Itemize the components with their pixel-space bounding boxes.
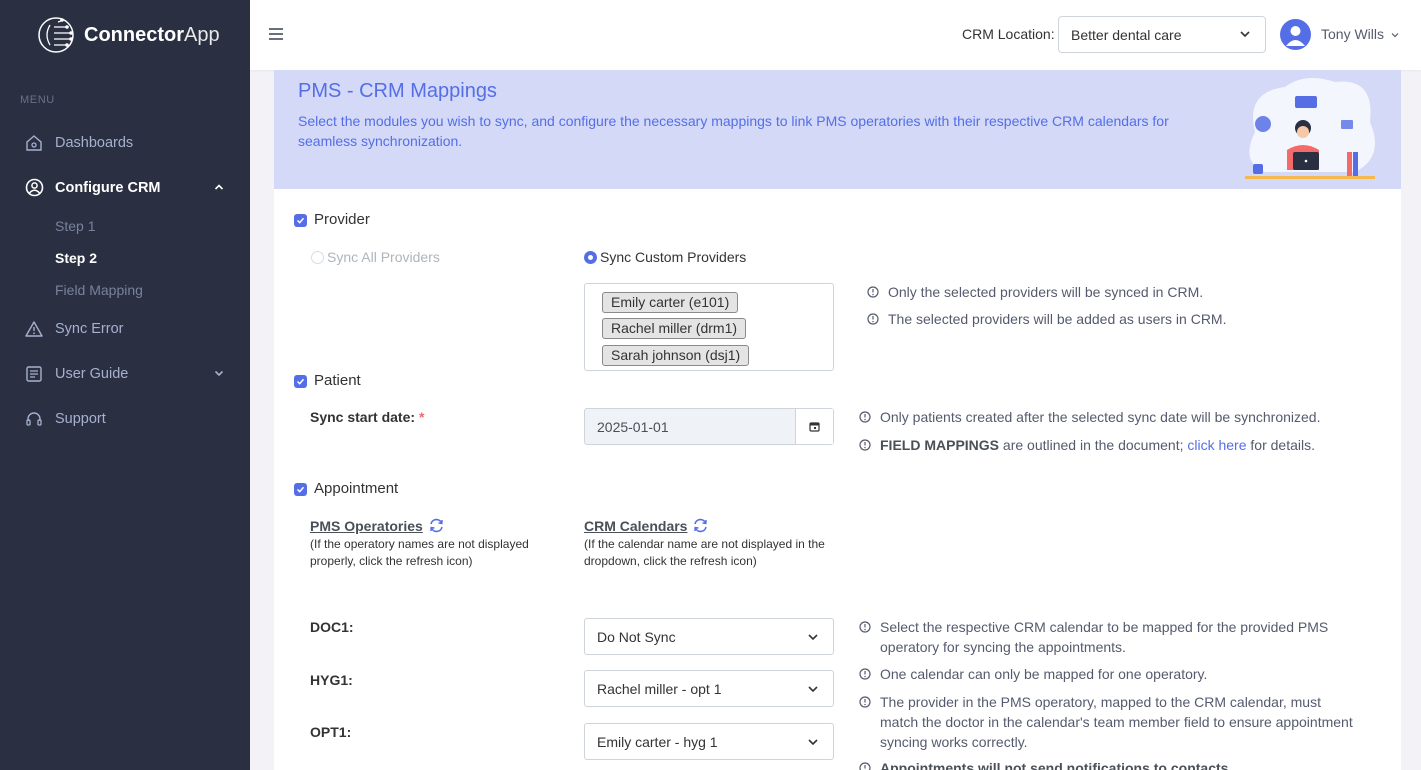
sync-start-date-input[interactable]: 2025-01-01 xyxy=(584,408,834,445)
provider-info-2: The selected providers will be added as … xyxy=(867,309,1227,329)
developer-illustration-icon xyxy=(1245,78,1375,179)
sidebar-item-label: Support xyxy=(55,410,106,427)
page-description: Select the modules you wish to sync, and… xyxy=(298,113,1169,149)
patient-section-label: Patient xyxy=(314,372,361,389)
connector-logo-icon xyxy=(38,17,74,53)
provider-tag[interactable]: Emily carter (e101) xyxy=(602,292,739,313)
main-content: PMS - CRM Mappings Select the modules yo… xyxy=(274,70,1401,770)
chevron-down-icon xyxy=(807,630,819,646)
calendar-select[interactable]: Emily carter - hyg 1 xyxy=(584,723,834,760)
appointment-checkbox[interactable] xyxy=(294,483,307,496)
chevron-down-icon xyxy=(807,735,819,751)
chevron-down-icon xyxy=(1239,27,1251,43)
sync-start-date-value: 2025-01-01 xyxy=(597,418,669,435)
patient-checkbox[interactable] xyxy=(294,375,307,388)
field-mappings-link[interactable]: click here xyxy=(1187,437,1246,453)
brand-name: ConnectorApp xyxy=(84,23,220,46)
provider-checkbox[interactable] xyxy=(294,214,307,227)
operatory-label: HYG1: xyxy=(310,672,353,688)
sidebar-item-label: Dashboards xyxy=(55,134,134,151)
sync-start-date-label: Sync start date: * xyxy=(310,409,425,425)
calendar-select-value: Emily carter - hyg 1 xyxy=(597,733,718,750)
provider-info-1: Only the selected providers will be sync… xyxy=(867,282,1203,302)
appointment-info-1: Select the respective CRM calendar to be… xyxy=(859,617,1359,657)
calendar-select-value: Do Not Sync xyxy=(597,628,676,645)
info-icon xyxy=(859,439,871,451)
chevron-down-icon xyxy=(807,682,819,698)
refresh-icon[interactable] xyxy=(428,517,445,534)
sync-all-providers-radio[interactable] xyxy=(311,251,324,264)
info-icon xyxy=(867,313,879,325)
appointment-info-2: One calendar can only be mapped for one … xyxy=(859,664,1359,684)
app-logo[interactable]: ConnectorApp xyxy=(0,0,250,70)
info-icon xyxy=(859,668,871,680)
crm-location-value: Better dental care xyxy=(1071,26,1182,43)
pms-operatories-heading: PMS Operatories xyxy=(310,517,445,534)
sidebar-item-label: Sync Error xyxy=(55,320,124,337)
user-circle-icon xyxy=(24,178,44,198)
menu-title: MENU xyxy=(20,94,55,106)
avatar[interactable] xyxy=(1280,19,1311,50)
appointment-section-label: Appointment xyxy=(314,480,399,497)
sidebar-item-support[interactable]: Support xyxy=(0,396,250,441)
sidebar-item-configure-crm[interactable]: Configure CRM xyxy=(0,165,250,210)
appointment-info-4: Appointments will not send notifications… xyxy=(859,758,1359,770)
sidebar-item-dashboards[interactable]: Dashboards xyxy=(0,120,250,165)
provider-tag[interactable]: Sarah johnson (dsj1) xyxy=(602,345,750,366)
sidebar-subitem-step-1[interactable]: Step 1 xyxy=(0,210,250,242)
sidebar-subitem-field-mapping[interactable]: Field Mapping xyxy=(0,274,250,306)
refresh-icon[interactable] xyxy=(692,517,709,534)
sync-custom-providers-label: Sync Custom Providers xyxy=(600,249,747,265)
sidebar-subitem-step-2[interactable]: Step 2 xyxy=(0,242,250,274)
info-icon xyxy=(859,762,871,770)
calendar-select[interactable]: Do Not Sync xyxy=(584,618,834,655)
provider-section-label: Provider xyxy=(314,211,370,228)
crm-calendars-note: (If the calendar name are not displayed … xyxy=(584,537,825,568)
provider-tag[interactable]: Rachel miller (drm1) xyxy=(602,318,747,339)
user-name: Tony Wills xyxy=(1321,26,1385,42)
operatory-label: DOC1: xyxy=(310,619,354,635)
hamburger-menu-icon[interactable] xyxy=(268,24,284,47)
appointment-info-3: The provider in the PMS operatory, mappe… xyxy=(859,692,1359,752)
crm-location-label: CRM Location: xyxy=(962,26,1055,42)
document-icon xyxy=(24,364,44,384)
info-icon xyxy=(859,621,871,633)
sync-all-providers-label: Sync All Providers xyxy=(327,249,440,265)
patient-info-1: Only patients created after the selected… xyxy=(859,407,1320,427)
chevron-down-icon xyxy=(214,366,224,382)
patient-info-2: FIELD MAPPINGS are outlined in the docum… xyxy=(859,435,1315,455)
chevron-down-icon xyxy=(1391,33,1399,38)
calendar-icon[interactable] xyxy=(795,409,833,444)
calendar-select[interactable]: Rachel miller - opt 1 xyxy=(584,670,834,707)
provider-multiselect[interactable]: Emily carter (e101) Rachel miller (drm1)… xyxy=(584,283,834,371)
page-title: PMS - CRM Mappings xyxy=(298,80,497,102)
headset-icon xyxy=(24,409,44,429)
calendar-select-value: Rachel miller - opt 1 xyxy=(597,680,722,697)
sidebar-item-label: User Guide xyxy=(55,365,129,382)
operatory-label: OPT1: xyxy=(310,724,352,740)
crm-location-select[interactable]: Better dental care xyxy=(1058,16,1266,53)
chevron-up-icon xyxy=(214,180,224,196)
warning-icon xyxy=(24,319,44,339)
page-banner: PMS - CRM Mappings Select the modules yo… xyxy=(274,70,1401,189)
top-header: CRM Location: Better dental care Tony Wi… xyxy=(250,0,1421,70)
crm-calendars-heading: CRM Calendars xyxy=(584,517,709,534)
info-icon xyxy=(859,696,871,708)
sidebar-item-sync-error[interactable]: Sync Error xyxy=(0,306,250,351)
info-icon xyxy=(859,411,871,423)
home-icon xyxy=(24,133,44,153)
sidebar-item-user-guide[interactable]: User Guide xyxy=(0,351,250,396)
pms-operatories-note: (If the operatory names are not displaye… xyxy=(310,537,529,568)
sidebar: ConnectorApp MENU Dashboards Configure C… xyxy=(0,0,250,770)
info-icon xyxy=(867,286,879,298)
sidebar-item-label: Configure CRM xyxy=(55,179,161,196)
user-menu[interactable]: Tony Wills xyxy=(1321,26,1399,42)
sync-custom-providers-radio[interactable] xyxy=(584,251,597,264)
